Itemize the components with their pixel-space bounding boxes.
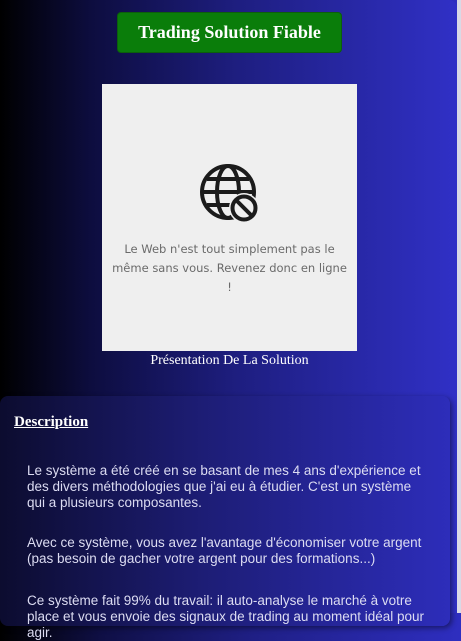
offline-video-frame[interactable]: Le Web n'est tout simplement pas le même… xyxy=(102,84,357,351)
description-paragraph: Le système a été créé en se basant de me… xyxy=(27,463,421,510)
description-card: Description Le système a été créé en se … xyxy=(0,396,450,640)
description-paragraph: Ce système fait 99% du travail: il auto-… xyxy=(27,593,425,640)
globe-blocked-icon xyxy=(199,164,259,223)
description-paragraph: Avec ce système, vous avez l'avantage d'… xyxy=(27,535,422,566)
trading-solution-button[interactable]: Trading Solution Fiable xyxy=(117,12,342,53)
offline-message: Le Web n'est tout simplement pas le même… xyxy=(112,242,347,294)
page-window: Trading Solution Fiable Le Web n'est tou… xyxy=(0,0,457,640)
video-caption: Présentation De La Solution xyxy=(150,353,309,368)
scrollbar[interactable] xyxy=(457,0,461,613)
description-title: Description xyxy=(14,414,89,430)
